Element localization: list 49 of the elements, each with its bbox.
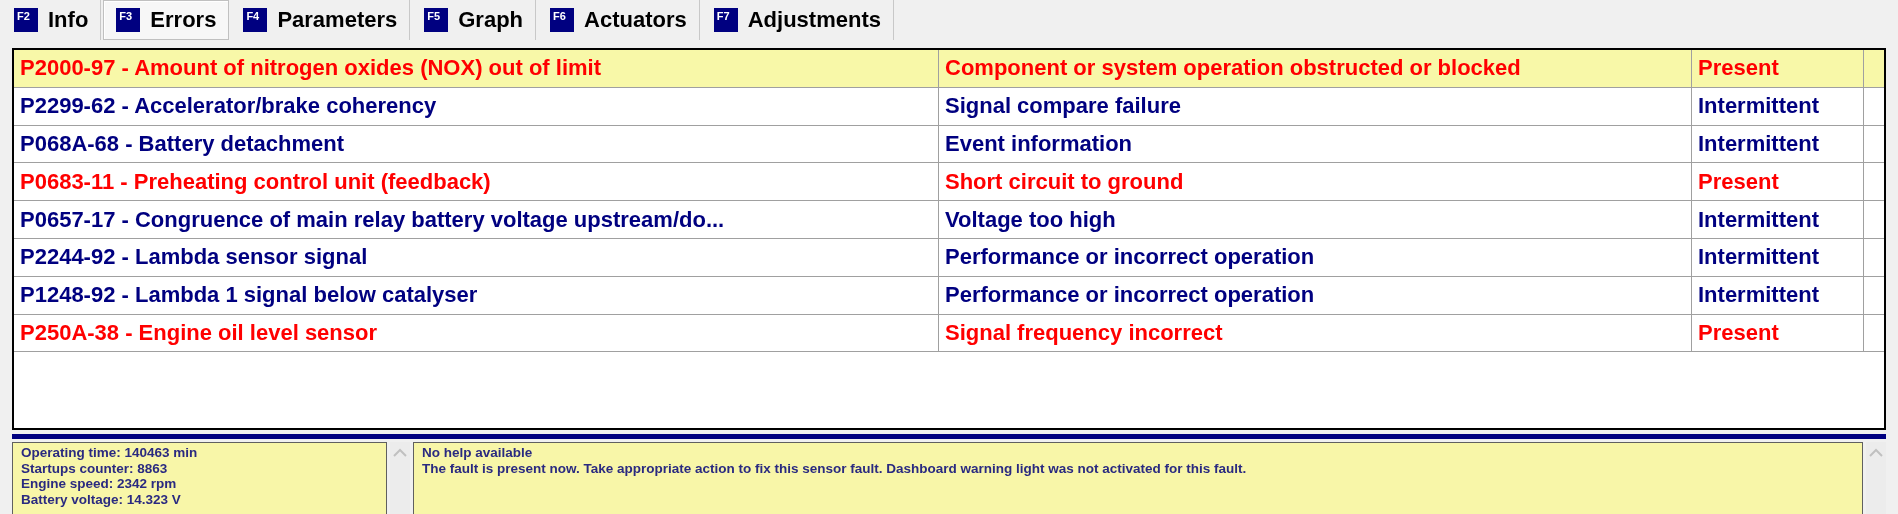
table-cell: Intermittent	[1692, 125, 1864, 163]
table-cell: Performance or incorrect operation	[939, 239, 1692, 276]
table-cell: Signal compare failure	[939, 87, 1692, 125]
freeze-frame-value: Battery voltage: 14.323 V	[21, 491, 182, 507]
table-cell: Voltage too high	[939, 201, 1692, 238]
table-cell: P250A-38 - Engine oil level sensor	[14, 314, 939, 352]
fault-row[interactable]: P2000-97 - Amount of nitrogen oxides (NOX) out of limit Component or system operation obstructed or blocked Present	[14, 50, 1884, 88]
help-title: No help available	[422, 445, 534, 461]
table-cell: Intermittent	[1692, 239, 1864, 276]
table-cell: P0657-17 - Congruence of main relay battery voltage upstream/do...	[14, 201, 939, 238]
fault-row[interactable]: P2244-92 - Lambda sensor signal Performance or incorrect operation Intermittent	[14, 239, 1884, 277]
scrollbar[interactable]	[1866, 442, 1886, 514]
table-cell: P2299-62 - Accelerator/brake coherency	[14, 87, 939, 125]
fault-row[interactable]: P250A-38 - Engine oil level sensor Signal frequency incorrect Present	[14, 314, 1884, 353]
fault-row[interactable]: P1248-92 - Lambda 1 signal below catalyser Performance or incorrect operation Intermittent	[14, 276, 1884, 315]
table-cell: Present	[1692, 50, 1864, 87]
function-key-badge: F7	[713, 8, 738, 32]
table-cell: Signal frequency incorrect	[939, 314, 1692, 352]
fault-row[interactable]: P2299-62 - Accelerator/brake coherency Signal compare failure Intermittent	[14, 87, 1884, 126]
table-cell: Short circuit to ground	[939, 163, 1692, 201]
freeze-frame-value: Startups counter: 8863	[21, 460, 169, 476]
help-text: The fault is present now. Take appropriate action to fix this sensor fault. Dashboard warning light was not activated for this fault.	[422, 460, 1248, 476]
fault-row[interactable]: P0657-17 - Congruence of main relay battery voltage upstream/do... Voltage too high Intermittent	[14, 201, 1884, 239]
scrollbar[interactable]	[390, 442, 410, 514]
freeze-frame-value: Engine speed: 2342 rpm	[21, 476, 178, 492]
fault-row[interactable]: P0683-11 - Preheating control unit (feedback) Short circuit to ground Present	[14, 163, 1884, 202]
table-cell: P0683-11 - Preheating control unit (feedback)	[14, 163, 939, 201]
table-cell: Event information	[939, 125, 1692, 163]
table-cell: P2244-92 - Lambda sensor signal	[14, 239, 939, 276]
function-key-badge: F5	[424, 8, 449, 32]
table-cell: Present	[1692, 314, 1864, 352]
table-cell: Performance or incorrect operation	[939, 276, 1692, 314]
table-cell: Intermittent	[1692, 87, 1864, 125]
table-cell: Intermittent	[1692, 276, 1864, 314]
function-key-badge: F4	[243, 8, 268, 32]
freeze-frame-value: Operating time: 140463 min	[21, 445, 199, 461]
function-key-badge: F6	[550, 8, 575, 32]
table-cell: Present	[1692, 163, 1864, 201]
table-cell: P068A-68 - Battery detachment	[14, 125, 939, 163]
scroll-up-icon[interactable]	[393, 448, 407, 457]
table-cell: Component or system operation obstructed or blocked	[939, 50, 1692, 87]
table-cell: P2000-97 - Amount of nitrogen oxides (NOX) out of limit	[14, 50, 939, 87]
table-cell: P1248-92 - Lambda 1 signal below catalyser	[14, 276, 939, 314]
tab[interactable]: F3 Errors	[103, 0, 230, 40]
function-key-badge: F2	[14, 8, 38, 32]
scroll-up-icon[interactable]	[1869, 448, 1883, 457]
function-key-badge: F3	[116, 8, 141, 32]
fault-row[interactable]: P068A-68 - Battery detachment Event information Intermittent	[14, 125, 1884, 164]
table-cell: Intermittent	[1692, 201, 1864, 238]
